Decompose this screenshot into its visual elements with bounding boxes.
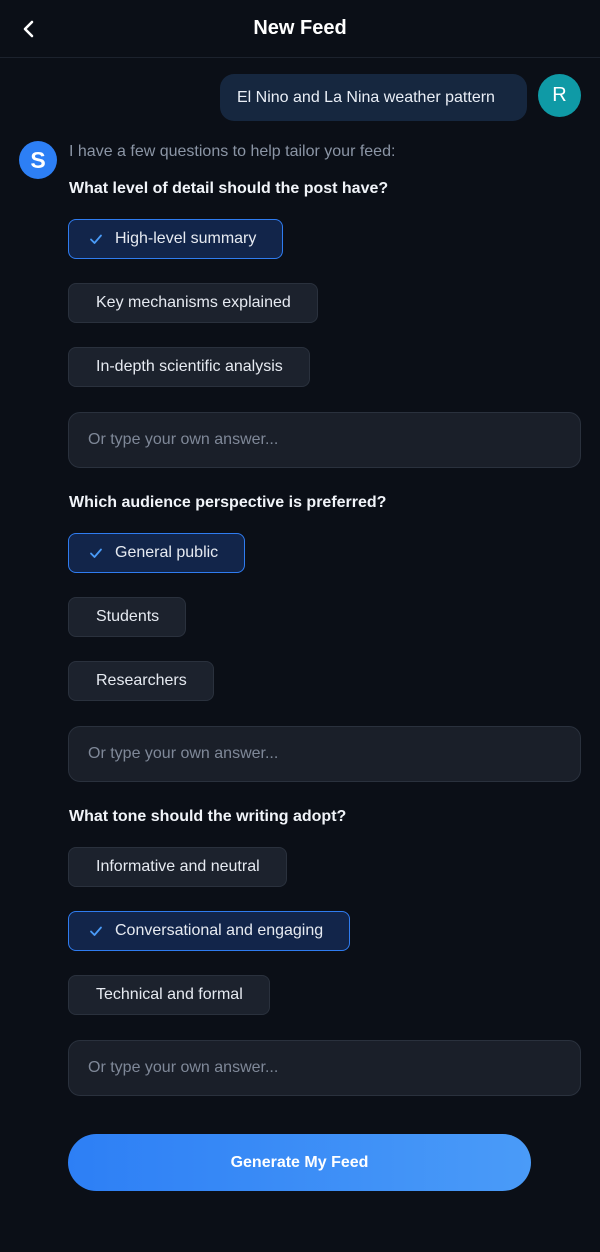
option-label: Students <box>96 608 160 625</box>
option-label: Key mechanisms explained <box>96 294 291 311</box>
custom-answer-input-3[interactable] <box>68 1040 581 1096</box>
question-detail-level: What level of detail should the post hav… <box>69 180 389 197</box>
generate-feed-button[interactable]: Generate My Feed <box>68 1134 531 1191</box>
back-button[interactable] <box>14 14 44 44</box>
option-researchers[interactable]: Researchers <box>68 661 214 701</box>
svg-text:S: S <box>30 147 45 173</box>
bot-intro-text: I have a few questions to help tailor yo… <box>69 143 396 160</box>
option-students[interactable]: Students <box>68 597 187 637</box>
chevron-left-icon <box>23 20 34 38</box>
user-avatar[interactable]: R <box>538 74 581 117</box>
custom-answer-input-2[interactable] <box>68 726 581 782</box>
user-message-text: El Nino and La Nina weather pattern <box>237 88 495 106</box>
question-audience: Which audience perspective is preferred? <box>69 494 387 511</box>
question-tone: What tone should the writing adopt? <box>69 808 347 825</box>
option-key-mechanisms[interactable]: Key mechanisms explained <box>68 283 318 323</box>
option-high-level-summary[interactable]: High-level summary <box>68 219 284 259</box>
option-label: Informative and neutral <box>96 858 260 875</box>
option-label: Researchers <box>96 672 187 689</box>
custom-answer-input-1[interactable] <box>68 412 581 468</box>
header: New Feed <box>0 0 600 58</box>
option-informative-neutral[interactable]: Informative and neutral <box>68 847 287 887</box>
option-general-public[interactable]: General public <box>68 533 246 573</box>
option-conversational-engaging[interactable]: Conversational and engaging <box>68 911 351 951</box>
page-title: New Feed <box>253 17 347 39</box>
option-label: General public <box>115 544 219 561</box>
app-root: New Feed El Nino and La Nina weather pat… <box>0 0 600 1252</box>
option-in-depth-analysis[interactable]: In-depth scientific analysis <box>68 347 310 387</box>
option-label: Conversational and engaging <box>115 922 324 939</box>
bot-avatar: S <box>19 141 57 179</box>
bot-logo-icon: S <box>30 147 45 173</box>
check-icon <box>89 924 103 938</box>
option-label: Technical and formal <box>96 986 243 1003</box>
check-icon <box>89 546 103 560</box>
option-label: High-level summary <box>115 230 257 247</box>
option-technical-formal[interactable]: Technical and formal <box>68 975 270 1015</box>
option-label: In-depth scientific analysis <box>96 358 283 375</box>
user-message-bubble: El Nino and La Nina weather pattern <box>220 74 527 121</box>
check-icon <box>89 232 103 246</box>
